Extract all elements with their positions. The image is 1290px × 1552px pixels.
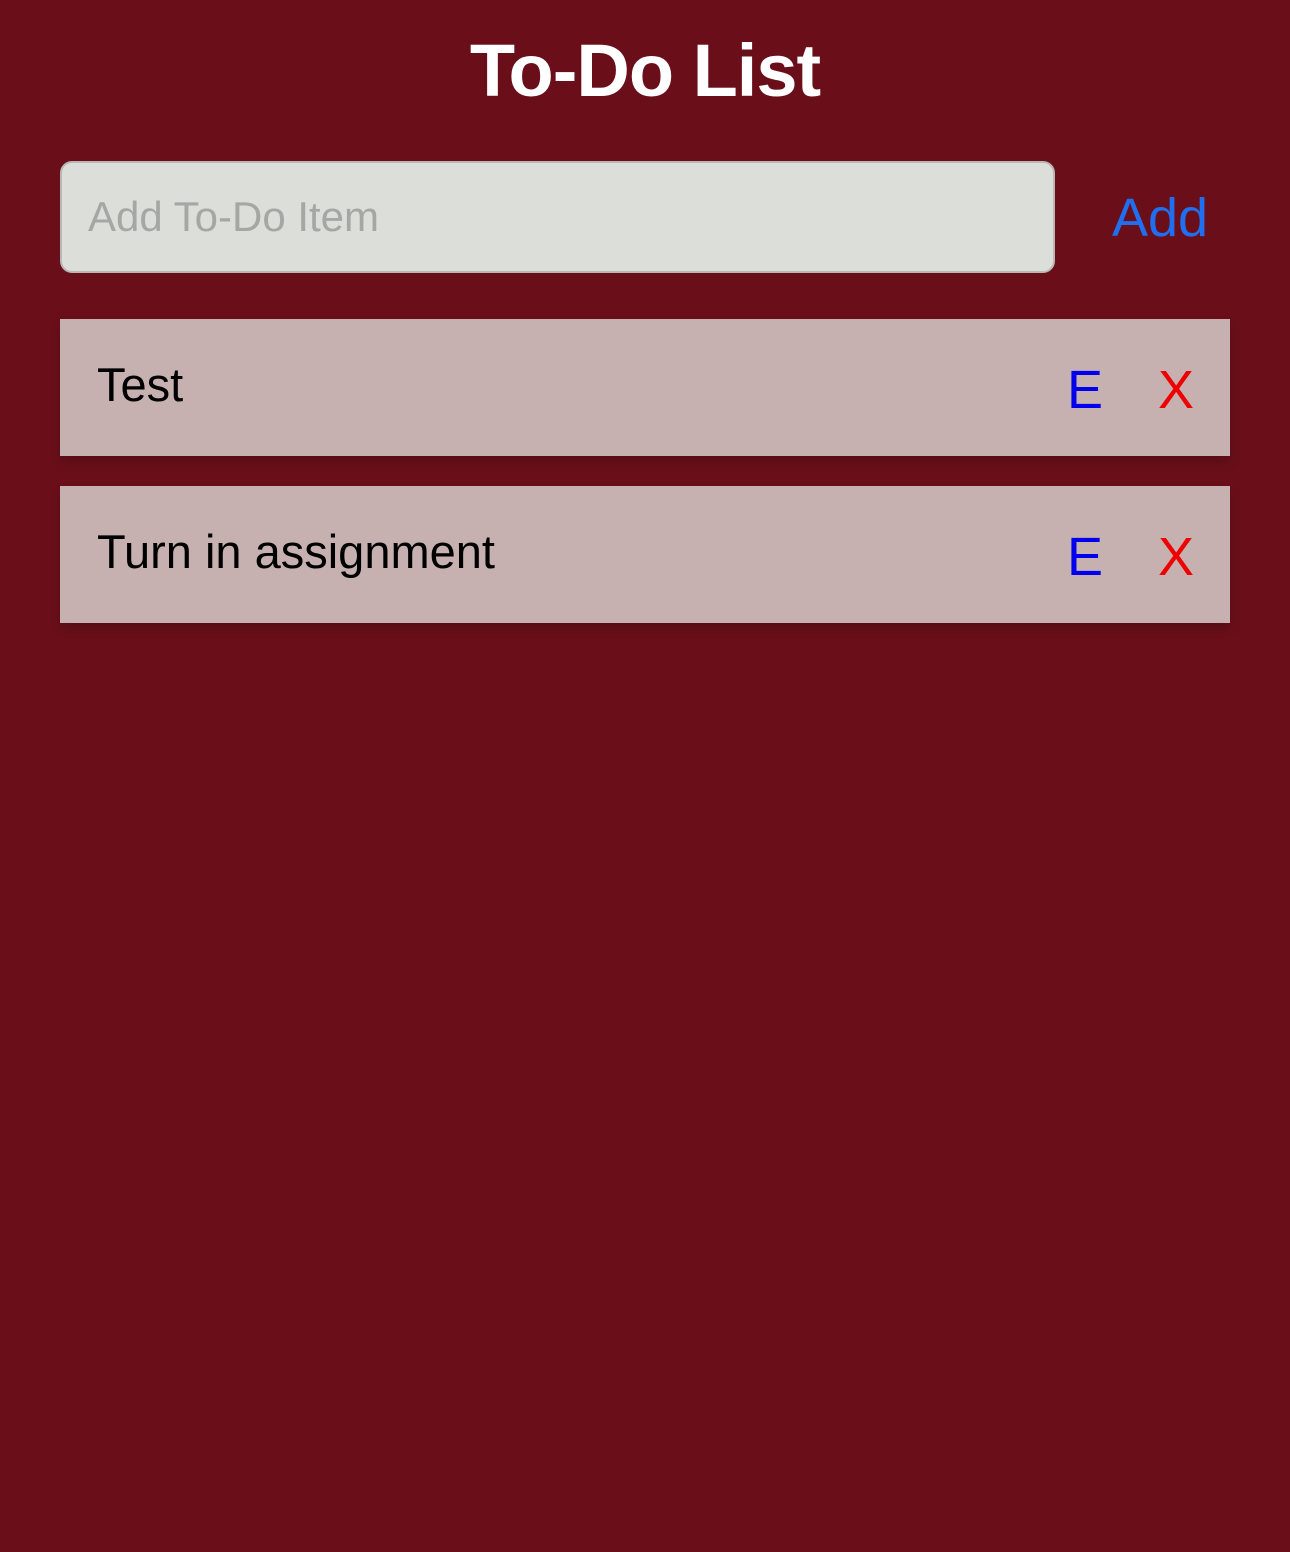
- todo-item-text: Turn in assignment: [97, 525, 495, 578]
- edit-button[interactable]: E: [1067, 526, 1103, 588]
- edit-button[interactable]: E: [1067, 359, 1103, 421]
- add-todo-form: Add: [60, 161, 1230, 273]
- todo-item: Turn in assignment E X: [60, 486, 1230, 623]
- add-button[interactable]: Add: [1112, 187, 1208, 249]
- page-title: To-Do List: [469, 29, 821, 112]
- delete-button[interactable]: X: [1158, 359, 1194, 421]
- todo-item: Test E X: [60, 319, 1230, 456]
- todo-item-text: Test: [97, 358, 184, 411]
- delete-button[interactable]: X: [1158, 526, 1194, 588]
- add-todo-input[interactable]: [60, 161, 1055, 273]
- todo-list: Test E X Turn in assignment E X: [60, 319, 1230, 653]
